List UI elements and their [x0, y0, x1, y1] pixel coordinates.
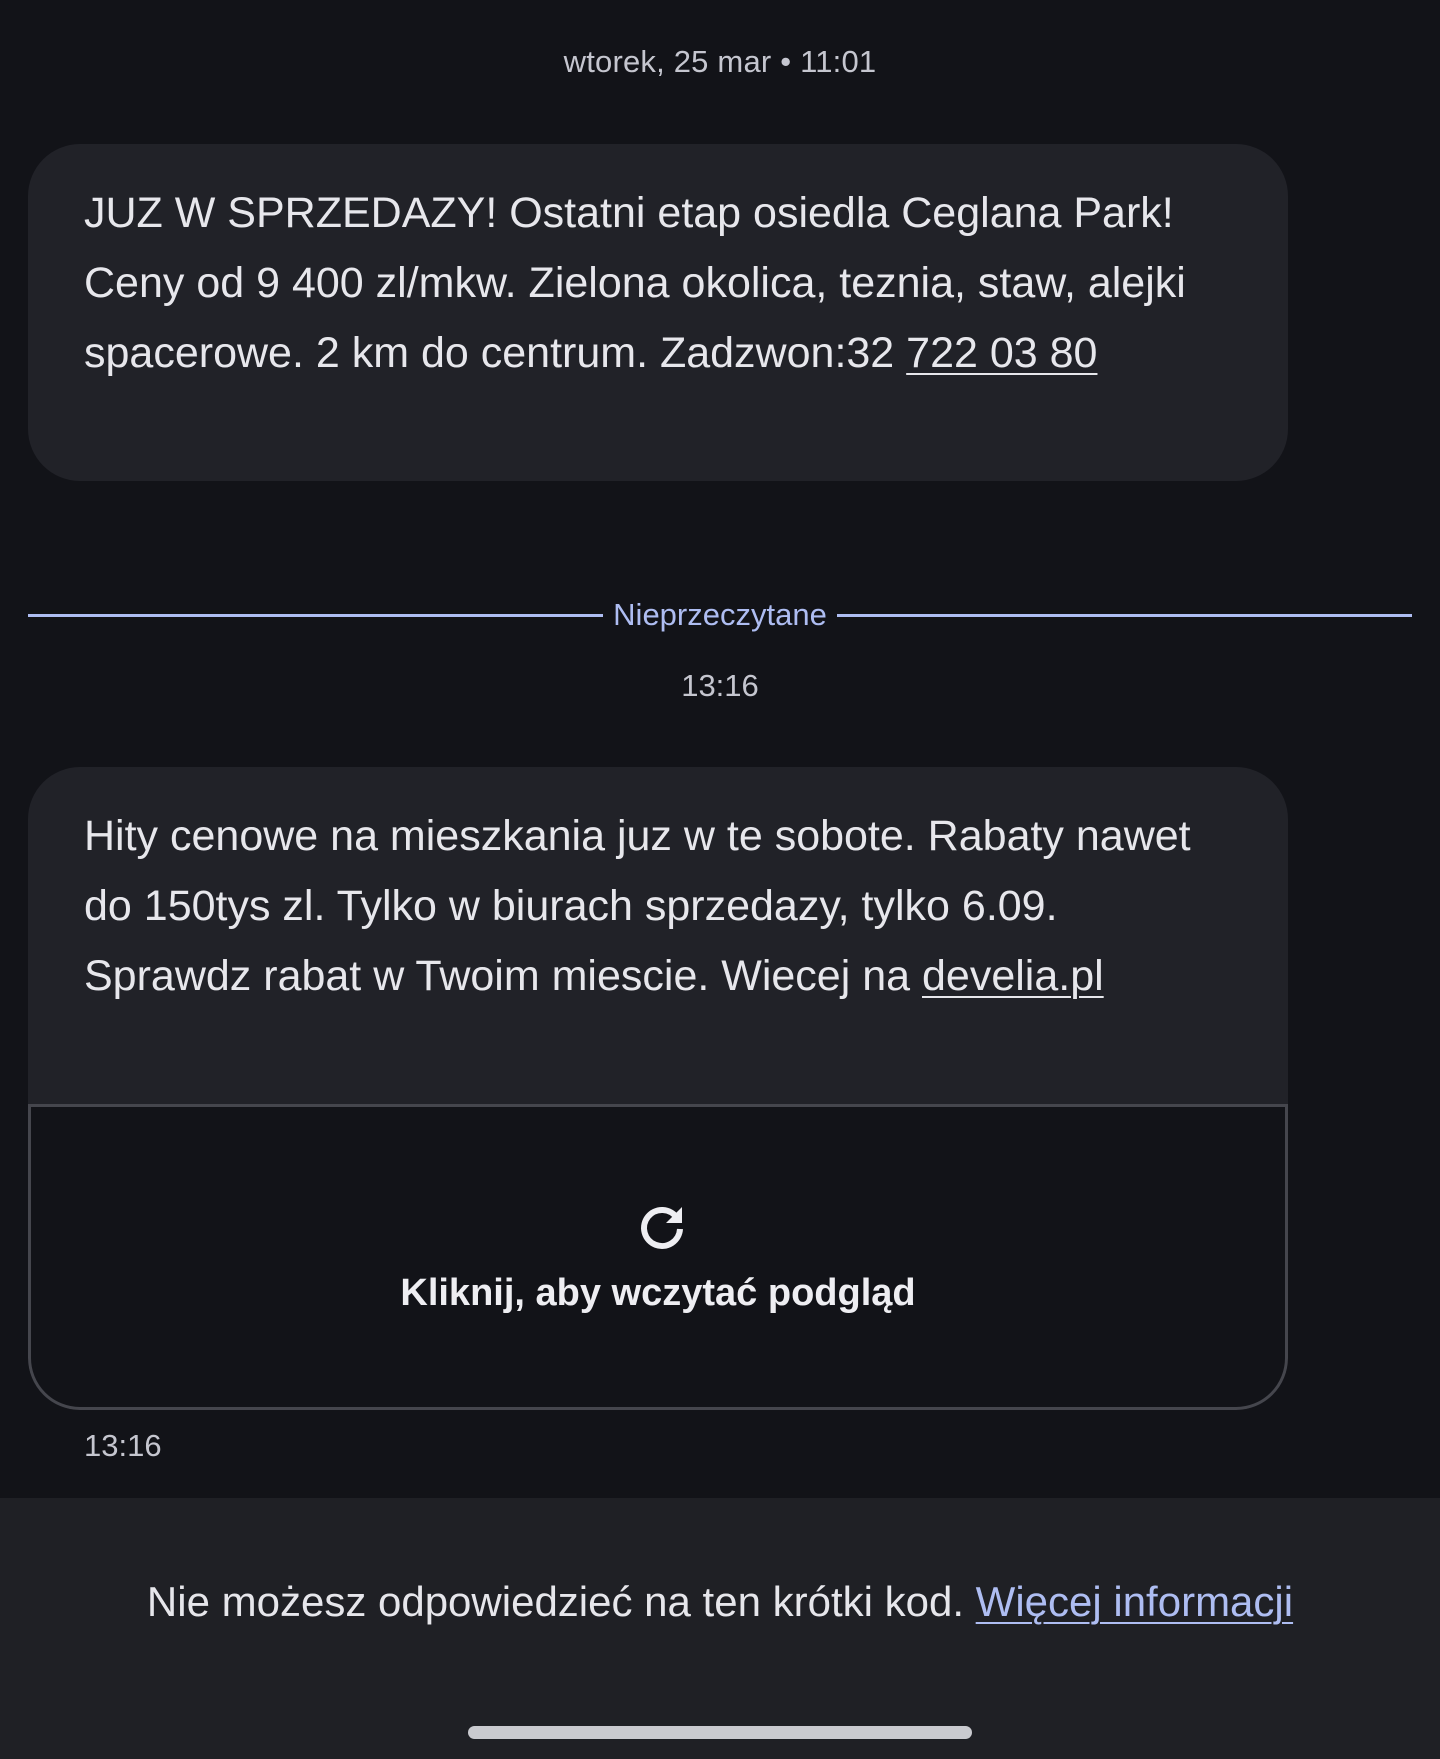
cannot-reply-text: Nie możesz odpowiedzieć na ten krótki ko… [146, 1578, 976, 1625]
reply-disabled-footer: Nie możesz odpowiedzieć na ten krótki ko… [0, 1498, 1440, 1759]
load-preview-label: Kliknij, aby wczytać podgląd [400, 1272, 916, 1314]
phone-number-link[interactable]: 722 03 80 [906, 329, 1097, 377]
message-text: JUZ W SPRZEDAZY! Ostatni etap osiedla Ce… [84, 178, 1232, 388]
timestamp-header: 13:16 [681, 668, 759, 703]
unread-label: Nieprzeczytane [613, 597, 827, 632]
message-bubble[interactable]: Hity cenowe na mieszkania juz w te sobot… [28, 767, 1288, 1410]
refresh-icon [641, 1207, 683, 1249]
message-text: Hity cenowe na mieszkania juz w te sobot… [28, 767, 1288, 1104]
unread-divider: Nieprzeczytane [28, 592, 1412, 638]
home-indicator[interactable] [468, 1726, 972, 1739]
divider-line-right [836, 613, 1412, 617]
more-info-link[interactable]: Więcej informacji [976, 1578, 1293, 1625]
link-preview-card[interactable]: Kliknij, aby wczytać podgląd [28, 1104, 1288, 1410]
message-bubble[interactable]: JUZ W SPRZEDAZY! Ostatni etap osiedla Ce… [28, 144, 1288, 481]
date-header: wtorek, 25 mar • 11:01 [563, 44, 877, 79]
message-timestamp: 13:16 [84, 1428, 162, 1463]
footer-text: Nie możesz odpowiedzieć na ten krótki ko… [0, 1578, 1440, 1626]
website-link[interactable]: develia.pl [922, 952, 1104, 1000]
divider-line-left [28, 613, 604, 617]
